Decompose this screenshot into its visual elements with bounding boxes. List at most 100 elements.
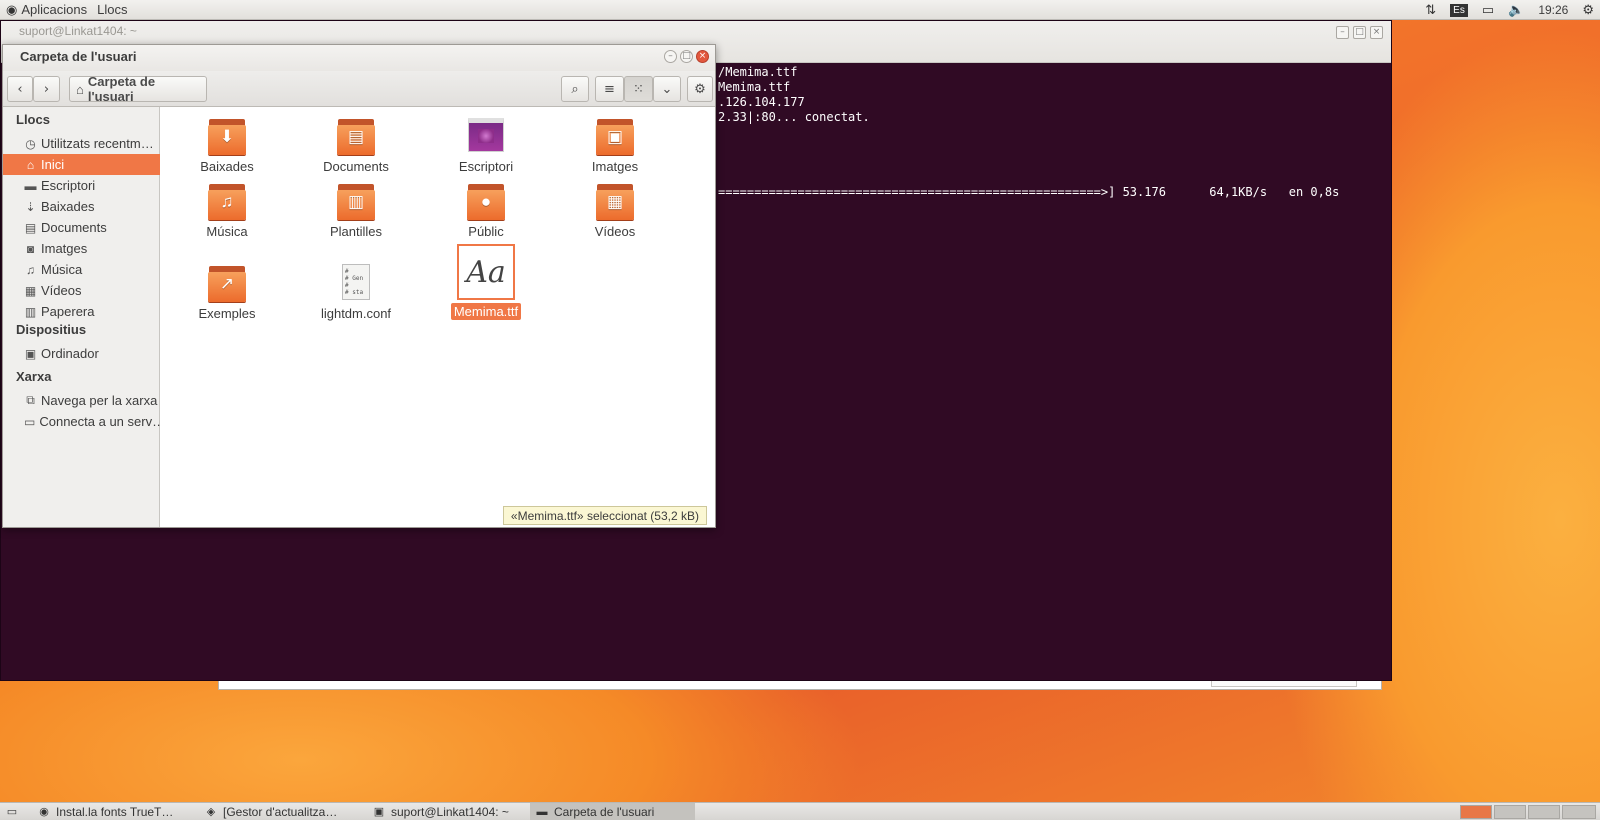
close-button[interactable]: × [1370,26,1383,39]
grid-view-button[interactable]: ⁙ [624,76,653,102]
taskbar-item-label: Carpeta de l'usuari [554,804,655,819]
workspace-4[interactable] [1562,805,1596,819]
sidebar-item-música[interactable]: ♫ Música [3,259,160,280]
search-button[interactable]: ⌕ [561,76,589,102]
file-label-text: Música [206,224,248,239]
file-label-text: Documents [323,159,389,174]
file-item-baixades[interactable]: ⬇ Baixades [172,117,282,174]
terminal-line: Memima.ttf [718,80,791,94]
maximize-button[interactable]: □ [680,50,693,63]
list-icon: ≡ [604,81,615,97]
file-manager-window[interactable]: Carpeta de l'usuari – □ × ‹ › ⌂ Carpeta … [2,44,716,528]
taskbar: ▭ ◉ Instal.la fonts TrueT… ◈ [Gestor d'actu… [0,802,1600,820]
file-item-vídeos[interactable]: ▦ Vídeos [560,182,670,239]
file-item-memima.ttf[interactable]: Aa Memima.ttf [431,244,541,320]
menu-places[interactable]: Llocs [97,2,127,17]
keyboard-layout-indicator[interactable]: Es [1450,3,1468,17]
file-label-text: lightdm.conf [320,306,392,321]
sidebar-item-utilitzats-recentm[interactable]: ◷ Utilitzats recentm… [3,133,160,154]
file-item-exemples[interactable]: ↗ Exemples [172,264,282,321]
maximize-button[interactable]: □ [1353,26,1366,39]
minimize-button[interactable]: – [1336,26,1349,39]
sidebar-item-navega-per-la-xarxa[interactable]: ⧉ Navega per la xarxa [3,390,160,411]
terminal-line: .126.104.177 [718,95,805,109]
text-file-preview: # # Gen # # sta [342,264,370,300]
sidebar-item-baixades[interactable]: ⇣ Baixades [3,196,160,217]
path-button-home[interactable]: ⌂ Carpeta de l'usuari [69,74,207,104]
gear-icon[interactable]: ⚙ [1582,2,1594,18]
workspace-1[interactable] [1460,805,1492,819]
folder-icon: ♫ [206,182,248,220]
file-label-text: Vídeos [594,224,636,239]
file-item-documents[interactable]: ▤ Documents [301,117,411,174]
back-button[interactable]: ‹ [7,76,33,102]
workspace-3[interactable] [1528,805,1560,819]
file-label-text: Públic [468,224,504,239]
battery-icon[interactable]: ▭ [1482,2,1494,18]
file-item-escriptori[interactable]: Escriptori [431,117,541,174]
minimize-button[interactable]: – [664,50,677,63]
taskbar-item[interactable]: ◈ [Gestor d'actualitza… [199,803,359,820]
file-label: Baixades [172,159,282,174]
file-item-música[interactable]: ♫ Música [172,182,282,239]
taskbar-item[interactable]: ▬ Carpeta de l'usuari [530,803,695,820]
file-label: Plantilles [301,224,411,239]
firefox-icon: ◉ [39,806,49,818]
file-grid[interactable]: ⬇ Baixades ▤ Documents Escriptori ▣ Imatges ♫ Mú… [161,107,715,527]
search-icon: ⌕ [571,81,579,97]
font-file-icon: Aa [457,244,515,300]
taskbar-item[interactable]: ▣ suport@Linkat1404: ~ [367,803,523,820]
trash-icon: ▥ [24,304,37,319]
file-label-text: Memima.ttf [450,303,522,320]
file-label: Imatges [560,159,670,174]
folder-icon: ▤ [335,117,377,155]
sidebar-heading-network: Xarxa [16,369,52,384]
file-label: Documents [301,159,411,174]
status-bar: «Memima.ttf» seleccionat (53,2 kB) [502,506,707,525]
folder-icon: ⬇ [206,117,248,155]
file-label: Exemples [172,306,282,321]
sidebar-item-paperera[interactable]: ▥ Paperera [3,301,160,322]
terminal-line: ========================================… [718,185,1340,199]
forward-button[interactable]: › [33,76,60,102]
file-item-imatges[interactable]: ▣ Imatges [560,117,670,174]
sidebar-item-inici[interactable]: ⌂ Inici [3,154,160,175]
close-button[interactable]: × [696,50,709,63]
view-options-button[interactable]: ⌄ [653,76,681,102]
download-icon: ⇣ [25,199,36,214]
menu-applications[interactable]: Aplicacions [21,2,87,17]
clock-icon: ◷ [25,136,36,151]
sidebar-item-label: Inici [41,157,65,172]
settings-button[interactable]: ⚙ [687,76,713,102]
file-label-text: Escriptori [458,159,514,174]
sidebar-item-label: Escriptori [41,178,96,193]
sidebar-heading-places: Llocs [16,112,50,127]
text-file-icon: # # Gen # # sta [335,264,377,302]
terminal-output[interactable]: /Memima.ttf Memima.ttf .126.104.177 2.33|:8… [718,65,1339,200]
file-label: Música [172,224,282,239]
desktop-folder-icon [465,117,507,155]
file-label-text: Imatges [591,159,639,174]
list-view-button[interactable]: ≡ [595,76,624,102]
network-activity-icon[interactable]: ⇅ [1425,2,1436,18]
clock[interactable]: 19:26 [1538,3,1568,17]
file-manager-titlebar[interactable]: Carpeta de l'usuari – □ × [3,45,715,71]
sidebar-item-escriptori[interactable]: ▬ Escriptori [3,175,160,196]
workspace-2[interactable] [1494,805,1526,819]
file-item-públic[interactable]: ● Públic [431,182,541,239]
sidebar-item-label: Navega per la xarxa [41,393,158,408]
sidebar-item-documents[interactable]: ▤ Documents [3,217,160,238]
sidebar-item-ordinador[interactable]: ▣ Ordinador [3,343,160,364]
sidebar-item-label: Connecta a un serv… [39,414,160,429]
grid-icon: ⁙ [633,81,644,97]
file-label-text: Exemples [198,306,256,321]
sidebar-item-vídeos[interactable]: ▦ Vídeos [3,280,160,301]
file-item-plantilles[interactable]: ▥ Plantilles [301,182,411,239]
sidebar-item-connecta-a-un-serv[interactable]: ▭ Connecta a un serv… [3,411,160,432]
taskbar-item[interactable]: ◉ Instal.la fonts TrueT… [32,803,192,820]
sidebar-item-imatges[interactable]: ◙ Imatges [3,238,160,259]
show-desktop-button[interactable]: ▭ [4,803,24,820]
file-item-lightdm.conf[interactable]: # # Gen # # sta lightdm.conf [301,264,411,321]
volume-icon[interactable]: 🔈 [1508,2,1524,18]
